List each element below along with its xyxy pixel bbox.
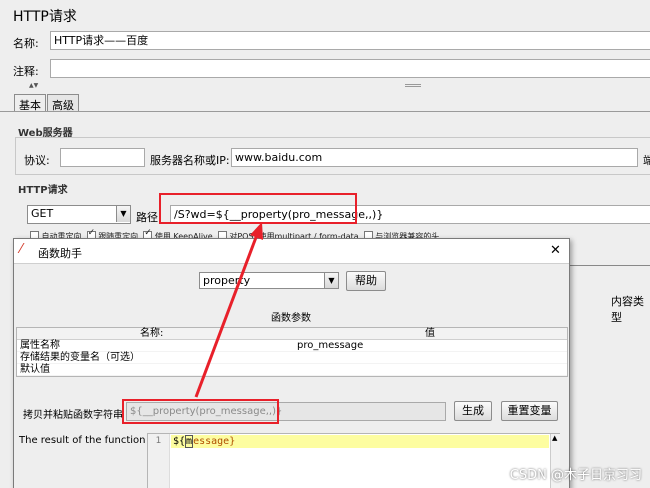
annotation-arrow (194, 222, 263, 398)
watermark: CSDN @木子日京习习 (509, 468, 642, 483)
arrow-shaft (194, 231, 260, 398)
arrow-head (250, 222, 263, 240)
